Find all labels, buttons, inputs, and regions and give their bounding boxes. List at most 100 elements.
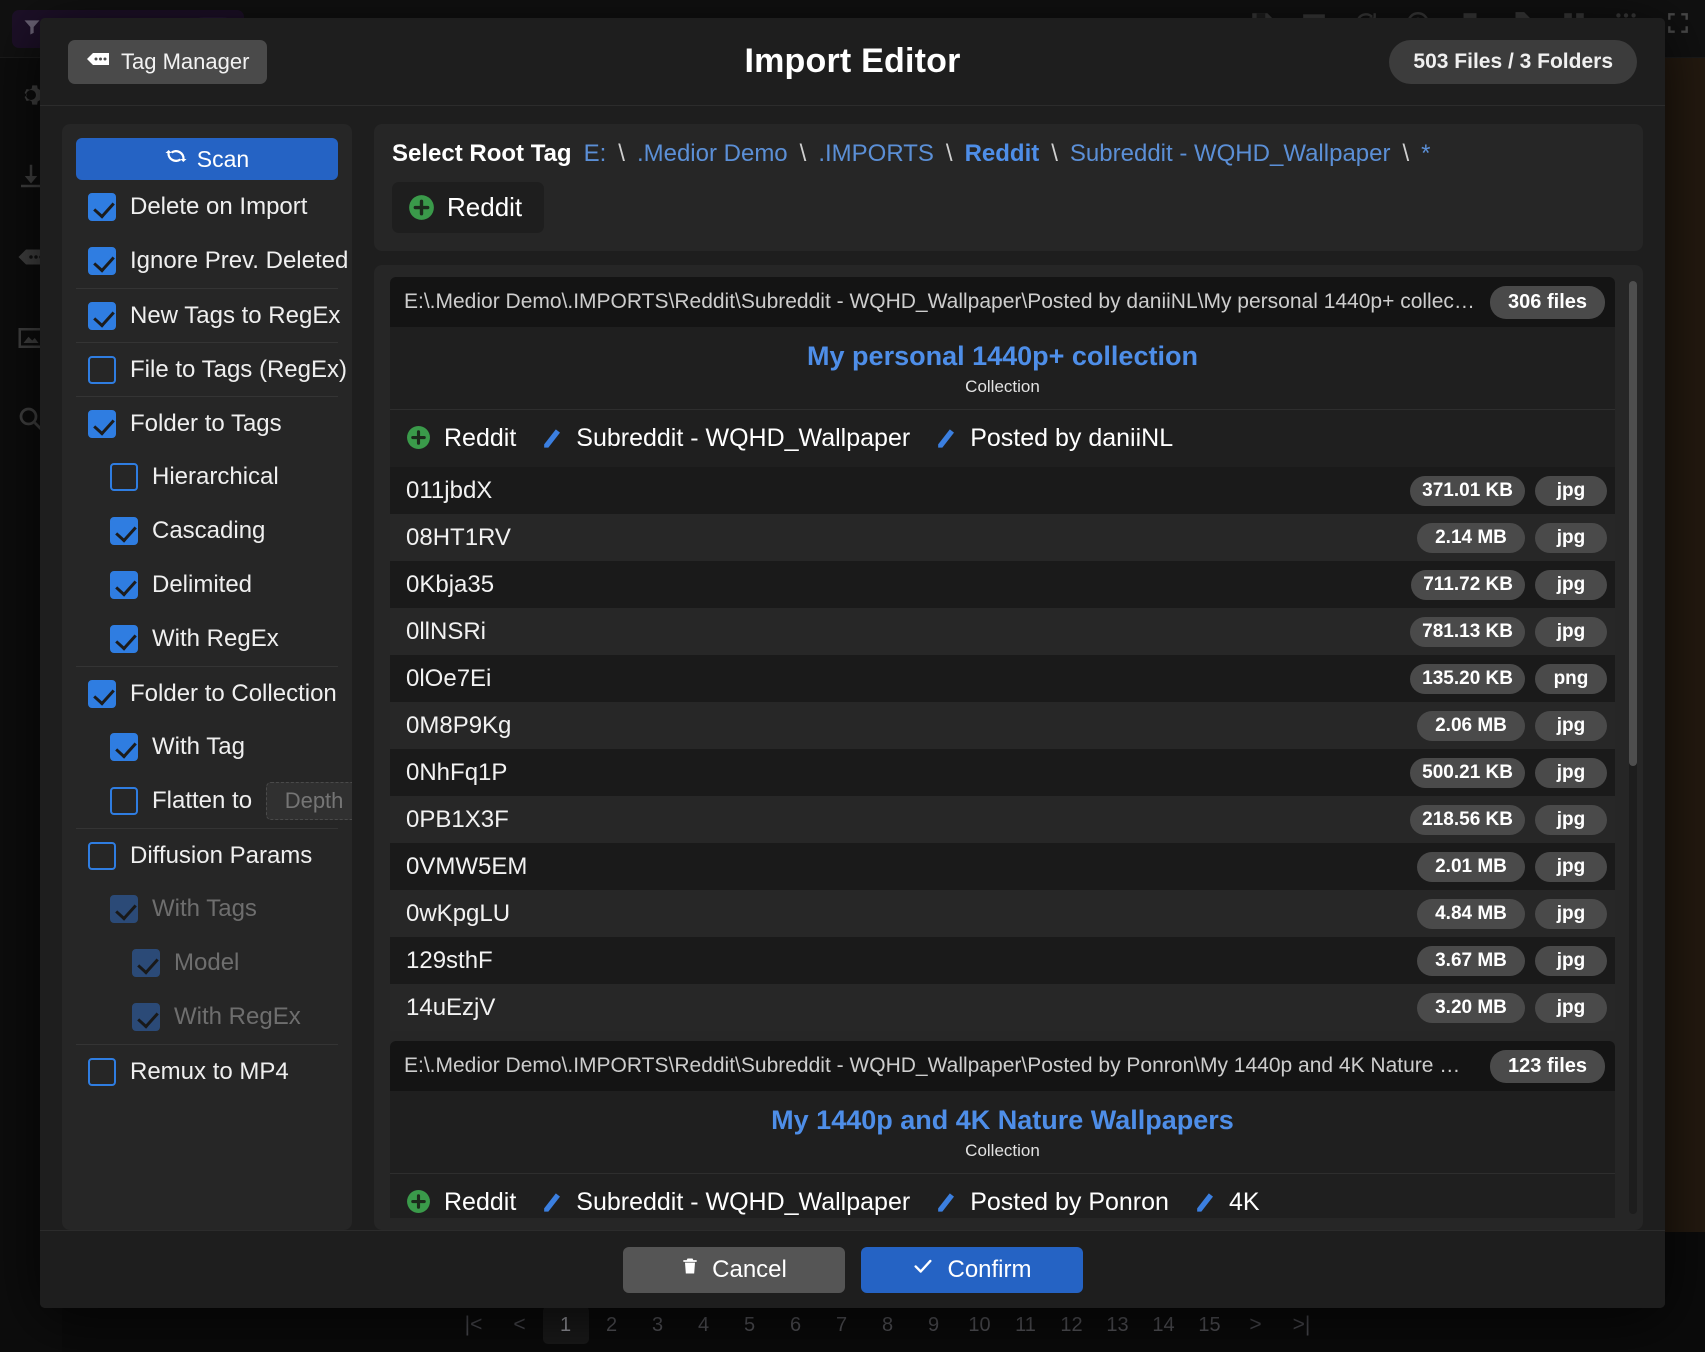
checkbox[interactable] [110,463,138,491]
root-tag-crumb[interactable]: * [1421,140,1430,168]
tag-chip[interactable]: Reddit [406,424,516,453]
option-row-hierarchical[interactable]: Hierarchical [76,450,338,504]
checkbox[interactable] [110,787,138,815]
option-row-delete-on-import[interactable]: Delete on Import [76,180,338,234]
option-row-cascading[interactable]: Cascading [76,504,338,558]
file-type-badge: jpg [1535,804,1607,835]
checkbox[interactable] [110,625,138,653]
tag-chip-label: Subreddit - WQHD_Wallpaper [576,1188,911,1216]
collection-title[interactable]: My 1440p and 4K Nature Wallpapers [390,1105,1615,1136]
checkbox[interactable] [88,193,116,221]
root-tag-crumb[interactable]: E: [584,140,607,168]
tag-manager-button[interactable]: Tag Manager [68,40,268,84]
option-row-with-regex[interactable]: With RegEx [76,990,338,1044]
option-row-diffusion-params[interactable]: Diffusion Params [76,828,338,882]
option-row-delimited[interactable]: Delimited [76,558,338,612]
pagination-page-12[interactable]: 12 [1049,1306,1095,1344]
cancel-button[interactable]: Cancel [622,1246,845,1293]
checkbox[interactable] [88,247,116,275]
file-row[interactable]: 0M8P9Kg 2.06 MB jpg [390,702,1615,749]
option-row-with-tags[interactable]: With Tags [76,882,338,936]
pagination-page-2[interactable]: 2 [589,1306,635,1344]
option-row-with-tag[interactable]: With Tag [76,720,338,774]
pagination-page-4[interactable]: 4 [681,1306,727,1344]
pagination-page-9[interactable]: 9 [911,1306,957,1344]
root-tag-chip[interactable]: Reddit [392,182,545,233]
option-row-folder-to-tags[interactable]: Folder to Tags [76,396,338,450]
checkbox[interactable] [110,571,138,599]
pagination-page-6[interactable]: 6 [773,1306,819,1344]
collection-title[interactable]: My personal 1440p+ collection [390,341,1615,372]
pagination-page-5[interactable]: 5 [727,1306,773,1344]
root-tag-label: Select Root Tag [392,140,572,167]
root-tag-crumb[interactable]: .Medior Demo [637,140,788,168]
tag-chip[interactable]: 4K [1193,1188,1260,1217]
file-row[interactable]: 14uEzjV 3.20 MB jpg [390,984,1615,1031]
file-row[interactable]: 129sthF 3.67 MB jpg [390,937,1615,984]
file-row[interactable]: 011jbdX 371.01 KB jpg [390,467,1615,514]
checkbox[interactable] [88,409,116,438]
option-label: Folder to Tags [130,409,282,437]
pagination-page-7[interactable]: 7 [819,1306,865,1344]
file-row[interactable]: 08HT1RV 2.14 MB jpg [390,514,1615,561]
option-label: Remux to MP4 [130,1057,289,1085]
checkbox[interactable] [88,679,116,708]
option-row-file-to-tags-regex[interactable]: File to Tags (RegEx) [76,342,347,396]
option-row-remux-to-mp4[interactable]: Remux to MP4 [76,1044,338,1098]
checkbox[interactable] [88,1057,116,1086]
option-row-flatten-to[interactable]: Flatten to [76,774,352,828]
scan-button[interactable]: Scan [76,138,338,180]
file-row[interactable]: 0PB1X3F 218.56 KB jpg [390,796,1615,843]
confirm-button[interactable]: Confirm [860,1246,1083,1293]
refresh-icon [165,145,187,173]
pagination-page-10[interactable]: 10 [957,1306,1003,1344]
checkbox[interactable] [88,355,116,384]
group-path-text: E:\.Medior Demo\.IMPORTS\Reddit\Subreddi… [404,1054,1479,1077]
option-row-ignore-prev-deleted[interactable]: Ignore Prev. Deleted [76,234,348,288]
tag-chip[interactable]: Posted by Ponron [934,1188,1169,1217]
option-row-with-regex[interactable]: With RegEx [76,612,338,666]
checkbox[interactable] [110,733,138,761]
pagination-first[interactable]: |< [451,1306,497,1344]
file-row[interactable]: 0VMW5EM 2.01 MB jpg [390,843,1615,890]
expand-icon[interactable] [1665,10,1691,41]
pagination: |< < 1 2 3 4 5 6 7 8 9 10 11 12 13 14 15 > >| [450,1306,1325,1344]
checkbox[interactable] [88,301,116,330]
checkbox[interactable] [110,895,138,923]
pagination-page-14[interactable]: 14 [1141,1306,1187,1344]
pagination-prev[interactable]: < [497,1306,543,1344]
pagination-page-3[interactable]: 3 [635,1306,681,1344]
file-row[interactable]: 0Kbja35 711.72 KB jpg [390,561,1615,608]
option-row-new-tags-to-regex[interactable]: New Tags to RegEx [76,288,340,342]
pagination-page-1[interactable]: 1 [542,1306,589,1344]
checkbox[interactable] [132,1003,160,1031]
root-tag-crumb[interactable]: .IMPORTS [818,140,934,168]
checkbox[interactable] [110,517,138,545]
root-tag-crumb[interactable]: Reddit [965,140,1040,168]
file-row[interactable]: 0llNSRi 781.13 KB jpg [390,608,1615,655]
tag-chip[interactable]: Subreddit - WQHD_Wallpaper [540,1188,910,1217]
root-tag-crumb[interactable]: Subreddit - WQHD_Wallpaper [1070,140,1391,168]
file-name: 0wKpgLU [406,899,511,927]
option-row-model[interactable]: Model [76,936,338,990]
pagination-last[interactable]: >| [1279,1306,1325,1344]
flatten-depth-input[interactable] [266,782,352,820]
collection-subtitle: Collection [965,1141,1040,1160]
checkbox[interactable] [132,949,160,977]
groups-scrollbar-thumb[interactable] [1629,281,1637,767]
file-row[interactable]: 0NhFq1P 500.21 KB jpg [390,749,1615,796]
tag-chip[interactable]: Subreddit - WQHD_Wallpaper [540,424,910,453]
pagination-page-11[interactable]: 11 [1003,1306,1049,1344]
file-row[interactable]: 0lOe7Ei 135.20 KB png [390,655,1615,702]
pagination-page-8[interactable]: 8 [865,1306,911,1344]
checkbox[interactable] [88,841,116,870]
pagination-page-13[interactable]: 13 [1095,1306,1141,1344]
file-row[interactable]: 0wKpgLU 4.84 MB jpg [390,890,1615,937]
groups-scrollbar[interactable] [1629,281,1637,1214]
option-row-folder-to-collection[interactable]: Folder to Collection [76,666,338,720]
tag-chip[interactable]: Posted by daniiNL [934,424,1173,453]
tag-chip[interactable]: Reddit [406,1188,516,1217]
pagination-next[interactable]: > [1233,1306,1279,1344]
pagination-page-15[interactable]: 15 [1187,1306,1233,1344]
scan-label: Scan [196,145,250,172]
